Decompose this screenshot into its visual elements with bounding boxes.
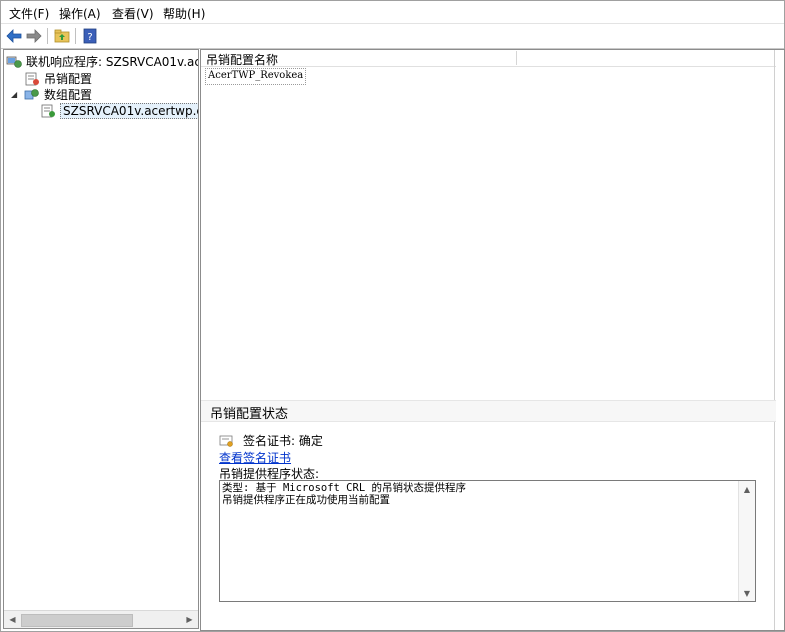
help-book-icon: ? — [83, 28, 97, 44]
pane-divider — [774, 50, 775, 630]
tree-item-revocation-config-label: 吊销配置 — [44, 72, 93, 86]
menu-file[interactable]: 文件(F) — [9, 5, 49, 22]
tree-root[interactable]: 联机响应程序: SZSRVCA01v.acert — [6, 53, 199, 70]
textbox-vertical-scrollbar[interactable]: ▲ ▼ — [738, 481, 755, 601]
scroll-right-icon[interactable]: ▶ — [181, 611, 198, 628]
tree-horizontal-scrollbar[interactable]: ◀ ▶ — [4, 610, 198, 628]
forward-button[interactable] — [25, 27, 43, 45]
online-responder-icon — [6, 56, 22, 68]
provider-status-textbox[interactable]: 类型: 基于 Microsoft CRL 的吊销状态提供程序 吊销提供程序正在成… — [219, 480, 756, 602]
tree-item-array-config-label: 数组配置 — [44, 88, 93, 102]
menu-action[interactable]: 操作(A) — [59, 5, 101, 22]
tree-pane: 联机响应程序: SZSRVCA01v.acert 吊销配置 ◢ 数组配置 SZS… — [3, 49, 199, 629]
svg-text:?: ? — [87, 32, 92, 43]
array-config-icon — [24, 88, 39, 99]
revocation-config-icon — [25, 72, 39, 85]
scroll-up-icon[interactable]: ▲ — [739, 481, 755, 497]
server-node-icon — [41, 104, 55, 117]
back-button[interactable] — [5, 27, 23, 45]
menu-help[interactable]: 帮助(H) — [163, 5, 205, 22]
provider-status-text: 类型: 基于 Microsoft CRL 的吊销状态提供程序 吊销提供程序正在成… — [222, 482, 466, 506]
tree-item-array-config[interactable]: 数组配置 — [24, 86, 92, 103]
tree-item-server-label: SZSRVCA01v.acertwp.com — [60, 102, 198, 119]
menu-view[interactable]: 查看(V) — [112, 5, 154, 22]
menu-bar: 文件(F) 操作(A) 查看(V) 帮助(H) — [1, 1, 784, 23]
certificate-icon — [219, 435, 233, 447]
signing-cert-status: 签名证书: 确定 — [219, 432, 323, 449]
signing-cert-text: 签名证书: 确定 — [243, 434, 323, 448]
toolbar: ? — [1, 23, 784, 49]
expand-array-config-icon[interactable]: ◢ — [11, 90, 17, 99]
tree-item-revocation-config[interactable]: 吊销配置 — [24, 70, 92, 87]
list-header: 吊销配置名称 — [201, 50, 776, 67]
forward-arrow-icon — [26, 29, 42, 43]
status-title: 吊销配置状态 — [210, 407, 289, 422]
app-window: 文件(F) 操作(A) 查看(V) 帮助(H) ? 联机响应程序: SZSRVC… — [0, 0, 785, 632]
status-section-header: 吊销配置状态 — [201, 400, 776, 422]
back-arrow-icon — [6, 29, 22, 43]
scroll-down-icon[interactable]: ▼ — [739, 585, 755, 601]
column-header-name[interactable]: 吊销配置名称 — [206, 51, 517, 67]
tree-root-label: 联机响应程序: SZSRVCA01v.acert — [26, 55, 199, 69]
view-signing-cert-link[interactable]: 查看签名证书 — [219, 449, 291, 466]
scroll-thumb[interactable] — [21, 614, 133, 627]
details-pane: 吊销配置名称 AcerTWP_Revokea 吊销配置状态 签名证书: 确定 查… — [200, 49, 785, 631]
toolbar-separator — [75, 28, 76, 44]
folder-up-icon — [54, 29, 70, 43]
toolbar-separator — [47, 28, 48, 44]
list-item[interactable]: AcerTWP_Revokea — [205, 68, 307, 85]
help-button[interactable]: ? — [81, 27, 99, 45]
tree-item-server[interactable]: SZSRVCA01v.acertwp.com — [40, 102, 198, 119]
scroll-left-icon[interactable]: ◀ — [4, 611, 21, 628]
up-folder-button[interactable] — [53, 27, 71, 45]
